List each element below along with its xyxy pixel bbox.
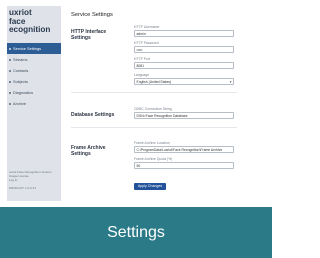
sidebar: uxriot face ecognition Service Settings … xyxy=(7,6,61,201)
sidebar-item-archive[interactable]: Archive xyxy=(7,98,61,109)
http-username-label: HTTP Username xyxy=(134,25,160,29)
sidebar-item-streams[interactable]: Streams xyxy=(7,54,61,65)
sidebar-item-service-settings[interactable]: Service Settings xyxy=(7,43,61,54)
sidebar-item-diagnostics[interactable]: Diagnostics xyxy=(7,87,61,98)
nav-bullet-icon xyxy=(9,102,11,105)
http-password-label: HTTP Password xyxy=(134,41,159,45)
sidebar-item-label: Diagnostics xyxy=(13,90,34,95)
brand-line: ecognition xyxy=(9,25,51,35)
sidebar-item-subjects[interactable]: Subjects xyxy=(7,76,61,87)
apply-changes-button[interactable]: Apply Changes xyxy=(134,183,166,190)
sidebar-item-label: Subjects xyxy=(13,79,28,84)
language-value: English (United States) xyxy=(136,80,172,84)
language-select[interactable]: English (United States) ▾ xyxy=(134,78,234,85)
caption-title: Settings xyxy=(107,223,165,241)
nav-bullet-icon xyxy=(9,80,11,83)
archive-quota-label: Frame Archive Quota (%) xyxy=(134,157,173,161)
caption-bar: Settings xyxy=(0,207,272,258)
sidebar-item-label: Contacts xyxy=(13,68,29,73)
nav-bullet-icon xyxy=(9,69,11,72)
section-title-http: HTTP Interface Settings xyxy=(71,29,107,41)
sidebar-footer: uxriot Face Recognition Version Usage Li… xyxy=(9,170,59,190)
http-port-label: HTTP Port xyxy=(134,57,150,61)
sidebar-nav: Service Settings Streams Contacts Subjec… xyxy=(7,43,61,109)
archive-quota-input[interactable]: 50 xyxy=(134,162,234,169)
sidebar-item-label: Archive xyxy=(13,101,26,106)
brand-logo: uxriot face ecognition xyxy=(9,8,61,35)
login-link[interactable]: Log In xyxy=(9,178,59,182)
chevron-down-icon: ▾ xyxy=(229,80,232,84)
section-divider xyxy=(71,92,237,93)
sidebar-item-label: Service Settings xyxy=(13,46,42,51)
http-port-input[interactable]: 8081 xyxy=(134,62,234,69)
version-text: PRODUCT: 1.0.0.37 xyxy=(9,185,37,190)
sidebar-item-label: Streams xyxy=(13,57,28,62)
http-username-input[interactable]: admin xyxy=(134,30,234,37)
section-title-database: Database Settings xyxy=(71,112,115,118)
nav-bullet-icon xyxy=(9,58,11,61)
archive-location-label: Frame Archive Location xyxy=(134,141,170,145)
language-label: Language xyxy=(134,73,150,77)
http-password-input[interactable]: ••••• xyxy=(134,46,234,53)
sidebar-item-contacts[interactable]: Contacts xyxy=(7,65,61,76)
archive-location-input[interactable]: C:\ProgramData\Luxriot\Face Recognition\… xyxy=(134,146,234,153)
nav-bullet-icon xyxy=(9,47,11,50)
section-title-frame-archive: Frame Archive Settings xyxy=(71,145,106,157)
section-divider xyxy=(71,127,237,128)
odbc-connection-input[interactable]: DSN=Face Recognition Database xyxy=(134,112,234,119)
app-screenshot: uxriot face ecognition Service Settings … xyxy=(7,6,265,201)
settings-panel: Service Settings HTTP Interface Settings… xyxy=(61,6,265,201)
page-title: Service Settings xyxy=(71,12,113,18)
odbc-connection-label: ODBC Connection String xyxy=(134,107,172,111)
nav-bullet-icon xyxy=(9,91,11,94)
